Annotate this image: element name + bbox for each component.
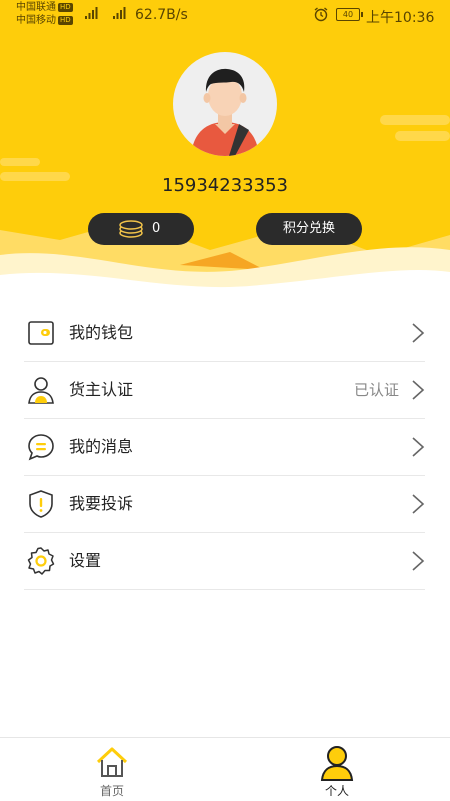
profile-header: 中国联通 HD 中国移动 HD 62.7B/s 40 上午10:36 15934… [0,0,450,305]
tab-profile[interactable]: 个人 [277,738,397,801]
menu-label: 我的消息 [69,437,134,456]
menu-item-owner-verification[interactable]: 货主认证 已认证 [24,362,425,419]
chevron-right-icon [412,551,425,571]
user-verify-icon [28,377,54,404]
tab-home[interactable]: 首页 [52,738,172,801]
message-icon [28,434,54,461]
verification-status: 已认证 [353,381,399,399]
wallet-icon [28,321,54,345]
menu-label: 我要投诉 [69,494,134,513]
menu-item-complaint[interactable]: 我要投诉 [24,476,425,533]
menu-list: 我的钱包 货主认证 已认证 我的消息 我要投诉 设置 [24,305,425,590]
complaint-shield-icon [29,490,53,518]
points-exchange-button[interactable]: 积分兑换 [256,213,362,245]
chevron-right-icon [412,380,425,400]
gear-icon [27,547,55,575]
home-icon [96,747,128,777]
coins-balance-button[interactable]: 0 [88,213,194,245]
bottom-tab-bar: 首页 个人 [0,737,450,801]
wave-decoration [0,220,450,305]
chevron-right-icon [412,437,425,457]
menu-label: 我的钱包 [69,323,134,342]
chevron-right-icon [412,323,425,343]
phone-number: 15934233353 [162,175,288,196]
avatar[interactable] [173,52,277,156]
chevron-right-icon [412,494,425,514]
person-icon [320,746,354,781]
menu-label: 货主认证 [69,380,134,399]
tab-profile-label: 个人 [324,784,349,798]
menu-item-messages[interactable]: 我的消息 [24,419,425,476]
menu-item-settings[interactable]: 设置 [24,533,425,590]
menu-label: 设置 [69,551,102,570]
avatar-illustration [191,68,259,156]
coins-count: 0 [152,221,161,236]
coins-icon [119,220,143,238]
menu-item-wallet[interactable]: 我的钱包 [24,305,425,362]
tab-home-label: 首页 [99,784,124,798]
